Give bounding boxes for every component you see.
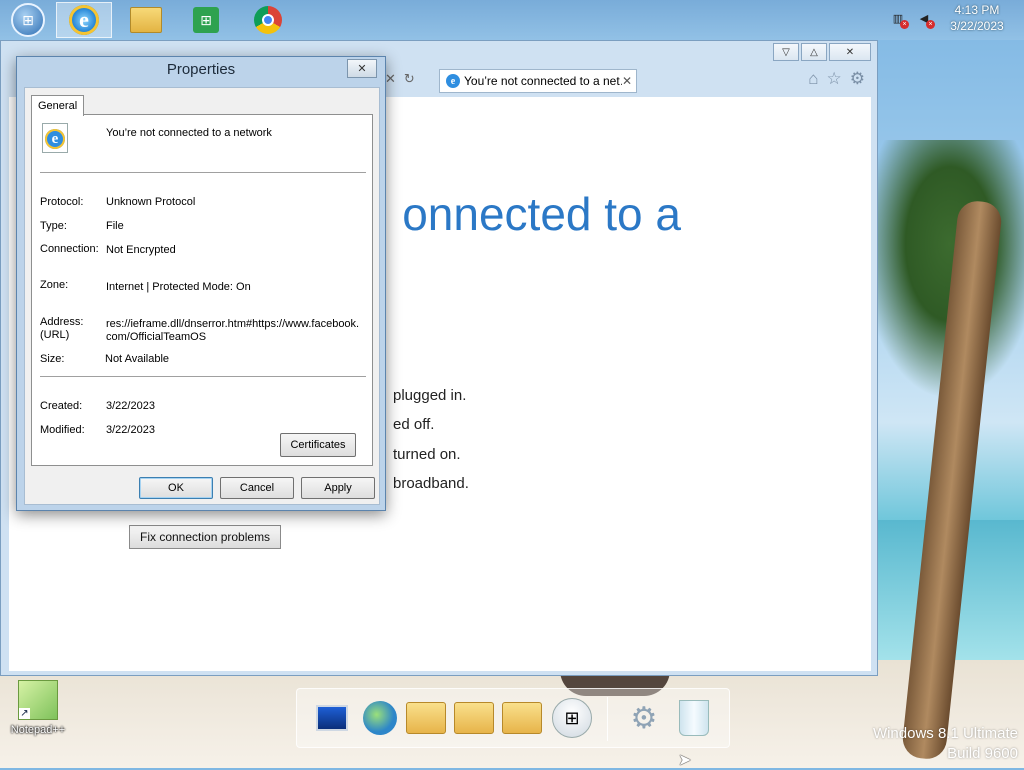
home-icon[interactable]: ⌂ (808, 69, 818, 89)
separator (40, 376, 366, 377)
desktop-icon-label: Notepad++ (10, 724, 66, 736)
favorites-star-icon[interactable]: ☆ (827, 69, 842, 89)
pictures-folder-icon (502, 702, 542, 734)
dock-recycle-bin[interactable] (673, 697, 715, 739)
address-label: Address: (URL) (40, 316, 83, 342)
network-globe-icon (363, 701, 397, 735)
minimize-button[interactable]: ▽ (773, 43, 799, 61)
dialog-body: General e You’re not connected to a netw… (24, 87, 380, 505)
watermark-line-1: Windows 8.1 Ultimate (872, 725, 1018, 742)
folder-icon (130, 7, 162, 33)
clock[interactable]: 4:13 PM 3/22/2023 (942, 2, 1012, 34)
address-label-line-1: Address: (40, 316, 84, 328)
desktop-icon-notepad-plus-plus[interactable]: Notepad++ (6, 680, 70, 736)
close-button[interactable]: ✕ (829, 43, 871, 61)
chrome-icon (254, 6, 282, 34)
size-label: Size: (40, 353, 65, 365)
protocol-value: Unknown Protocol (106, 196, 196, 208)
taskbar: ⊞ e ⊞ ▥ × ◀ × 4:13 PM 3/22/2023 (0, 0, 1024, 40)
taskbar-file-explorer[interactable] (118, 2, 174, 38)
windows-orb-icon: ⊞ (552, 698, 592, 738)
dock-music[interactable] (453, 697, 495, 739)
tab-ie-icon: e (446, 74, 460, 88)
computer-icon (316, 705, 348, 731)
dock-start[interactable]: ⊞ (551, 697, 593, 739)
os-watermark: Windows 8.1 Ultimate Build 9600 (873, 724, 1018, 764)
clock-time: 4:13 PM (954, 3, 1000, 17)
mouse-cursor-icon: ➤ (678, 752, 692, 769)
taskbar-store[interactable]: ⊞ (178, 2, 234, 38)
hint-line-4: broadband. (393, 475, 469, 492)
zone-label: Zone: (40, 279, 69, 291)
nav-buttons: ✕ ↻ (385, 71, 415, 87)
type-value: File (106, 220, 124, 232)
tab-general[interactable]: General (31, 95, 85, 116)
notepad-plus-plus-icon (18, 680, 58, 720)
documents-folder-icon (406, 702, 446, 734)
settings-gear-icon[interactable]: ⚙ (850, 69, 865, 89)
address-label-line-2: (URL) (40, 329, 70, 341)
protocol-label: Protocol: (40, 196, 84, 208)
separator (40, 172, 366, 173)
recycle-bin-icon (679, 700, 709, 736)
tab-title: You’re not connected to a net… (464, 74, 622, 88)
zone-value: Internet | Protected Mode: On (106, 281, 251, 293)
ok-button[interactable]: OK (139, 477, 213, 499)
network-disconnected-icon[interactable]: ▥ × (890, 10, 909, 29)
dock-separator (607, 697, 608, 741)
clock-date: 3/22/2023 (950, 19, 1004, 33)
browser-tools: ⌂ ☆ ⚙ (808, 69, 865, 89)
size-value: Not Available (105, 353, 170, 365)
watermark-line-2: Build 9600 (947, 745, 1018, 762)
browser-tab[interactable]: e You’re not connected to a net… ✕ (439, 69, 637, 93)
dock-pictures[interactable] (501, 697, 543, 739)
start-button[interactable]: ⊞ (0, 2, 56, 38)
apply-button[interactable]: Apply (301, 477, 375, 499)
address-value: res://ieframe.dll/dnserror.htm#https://w… (106, 318, 359, 344)
type-label: Type: (40, 220, 67, 232)
taskbar-chrome[interactable] (240, 2, 296, 38)
modified-label: Modified: (40, 424, 85, 436)
dock-settings[interactable]: ⚙ (623, 697, 665, 739)
web-page-icon: e (42, 123, 68, 153)
windows-logo-icon: ⊞ (11, 3, 45, 37)
dock: ⊞ ⚙ (296, 688, 730, 748)
dialog-title: Properties (166, 61, 236, 78)
window-controls: ▽ △ ✕ (773, 43, 871, 61)
created-label: Created: (40, 400, 83, 412)
dialog-close-button[interactable]: ✕ (347, 59, 377, 78)
certificates-button[interactable]: Certificates (280, 433, 356, 457)
general-tab-panel: e You’re not connected to a network Prot… (31, 114, 373, 466)
tab-close-icon[interactable]: ✕ (622, 74, 636, 88)
music-folder-icon (454, 702, 494, 734)
modified-value: 3/22/2023 (106, 424, 155, 436)
properties-dialog: Properties ✕ General e You’re not connec… (16, 56, 386, 511)
connection-value: Not Encrypted (106, 244, 176, 256)
fix-connection-button[interactable]: Fix connection problems (129, 525, 282, 549)
page-name: You’re not connected to a network (106, 127, 272, 139)
taskbar-internet-explorer[interactable]: e (56, 2, 112, 38)
store-icon: ⊞ (193, 7, 219, 33)
created-value: 3/22/2023 (106, 400, 155, 412)
maximize-button[interactable]: △ (801, 43, 827, 61)
volume-muted-icon[interactable]: ◀ × (916, 10, 935, 29)
address-value-line-2: com/OfficialTeamOS (106, 331, 207, 343)
hint-line-1: plugged in. (393, 387, 467, 404)
address-value-line-1: res://ieframe.dll/dnserror.htm#https://w… (106, 318, 360, 330)
dock-computer[interactable] (311, 697, 353, 739)
internet-explorer-icon: e (69, 5, 99, 35)
dock-network[interactable] (359, 697, 401, 739)
connection-label: Connection: (40, 243, 99, 255)
hint-line-2: ed off. (393, 416, 435, 433)
gear-icon: ⚙ (630, 701, 658, 735)
cancel-button[interactable]: Cancel (220, 477, 294, 499)
dock-documents[interactable] (405, 697, 447, 739)
hint-line-3: turned on. (393, 446, 461, 463)
refresh-icon[interactable]: ↻ (404, 71, 415, 87)
system-tray: ▥ × ◀ × 4:13 PM 3/22/2023 (890, 2, 1012, 34)
stop-icon[interactable]: ✕ (385, 71, 396, 87)
